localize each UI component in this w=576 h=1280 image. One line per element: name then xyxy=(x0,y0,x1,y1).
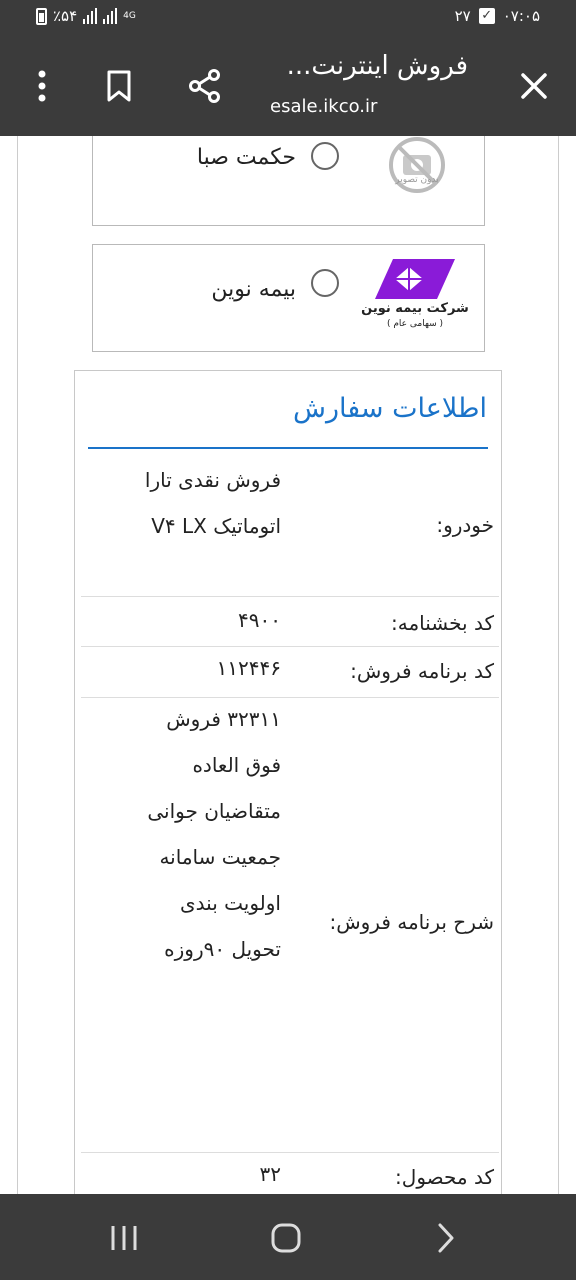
title-divider xyxy=(88,447,488,449)
status-time: ۰۷:۰۵ xyxy=(502,7,540,25)
insurance-name: حکمت صبا xyxy=(196,145,296,170)
no-image-icon xyxy=(389,137,445,193)
recents-icon xyxy=(111,1226,137,1250)
status-left: ٪۵۴ 4G xyxy=(36,7,136,25)
novin-logo-caption: شرکت بیمه نوین xyxy=(361,301,469,316)
order-row-circular-code: کد بخشنامه: ۴۹۰۰ xyxy=(81,597,499,647)
close-icon xyxy=(521,73,547,99)
row-label: خودرو: xyxy=(436,513,494,537)
network-type: 4G xyxy=(123,10,136,21)
row-value: ۳۲۳۱۱ فروش فوق العاده متقاضیان جوانی جمع… xyxy=(147,707,281,961)
radio-hekmat-saba[interactable] xyxy=(311,142,339,170)
bookmark-button[interactable] xyxy=(97,64,141,108)
close-button[interactable] xyxy=(512,64,556,108)
order-row-product-code: کد محصول: ۳۲ xyxy=(81,1153,499,1194)
checkbox-notification-icon: ✓ xyxy=(478,8,495,24)
chevron-right-icon xyxy=(438,1223,454,1253)
row-label: کد محصول: xyxy=(395,1165,494,1189)
battery-percent: ٪۵۴ xyxy=(53,7,78,25)
row-label: کد بخشنامه: xyxy=(391,611,494,635)
home-button[interactable] xyxy=(262,1214,310,1262)
status-date: ۲۷ xyxy=(454,7,471,25)
status-right: ۲۷ ✓ ۰۷:۰۵ xyxy=(455,7,540,25)
order-info-panel: اطلاعات سفارش خودرو: فروش نقدی تارا اتوم… xyxy=(74,370,502,1194)
order-info-title: اطلاعات سفارش xyxy=(293,393,487,424)
row-value: ۴۹۰۰ xyxy=(238,608,281,632)
share-icon xyxy=(189,69,220,103)
home-icon xyxy=(271,1223,301,1253)
novin-logo-subcaption: ( سهامی عام ) xyxy=(386,319,444,329)
no-image-logo: بدون تصویر xyxy=(387,137,447,197)
signal-icon xyxy=(83,8,98,24)
novin-insurance-logo: شرکت بیمه نوین ( سهامی عام ) xyxy=(359,257,471,337)
row-label: کد برنامه فروش: xyxy=(350,659,494,683)
more-options-button[interactable] xyxy=(20,64,64,108)
novin-logo-icon xyxy=(375,259,455,299)
page-title: فروش اینترنت... xyxy=(286,51,468,81)
recents-button[interactable] xyxy=(100,1214,148,1262)
row-value: ۱۱۲۴۴۶ xyxy=(216,656,281,680)
insurance-name: بیمه نوین xyxy=(211,277,296,302)
more-vertical-icon xyxy=(38,70,46,102)
browser-toolbar: فروش اینترنت... esale.ikco.ir xyxy=(0,34,576,136)
share-button[interactable] xyxy=(183,64,227,108)
system-nav-bar xyxy=(0,1194,576,1280)
status-bar: ٪۵۴ 4G ۲۷ ✓ ۰۷:۰۵ xyxy=(0,0,576,34)
web-content[interactable]: بدون تصویر حکمت صبا شرکت بیمه نوین ( سها… xyxy=(0,136,576,1194)
back-button[interactable] xyxy=(422,1214,470,1262)
bookmark-icon xyxy=(107,70,131,102)
order-row-sales-program-code: کد برنامه فروش: ۱۱۲۴۴۶ xyxy=(81,647,499,698)
page-url: esale.ikco.ir xyxy=(270,96,378,117)
order-row-sales-program-description: شرح برنامه فروش: ۳۲۳۱۱ فروش فوق العاده م… xyxy=(81,698,499,1153)
order-row-car: خودرو: فروش نقدی تارا اتوماتیک V۴ LX xyxy=(81,455,499,597)
row-value: ۳۲ xyxy=(259,1162,281,1186)
row-label: شرح برنامه فروش: xyxy=(329,910,494,934)
row-value: فروش نقدی تارا اتوماتیک V۴ LX xyxy=(144,468,281,538)
signal-icon-2 xyxy=(103,8,118,24)
radio-bimeh-novin[interactable] xyxy=(311,269,339,297)
battery-icon xyxy=(36,7,47,25)
no-image-caption: بدون تصویر xyxy=(395,175,439,185)
insurance-option-hekmat-saba[interactable]: بدون تصویر حکمت صبا xyxy=(92,136,485,226)
insurance-option-bimeh-novin[interactable]: شرکت بیمه نوین ( سهامی عام ) بیمه نوین xyxy=(92,244,485,352)
